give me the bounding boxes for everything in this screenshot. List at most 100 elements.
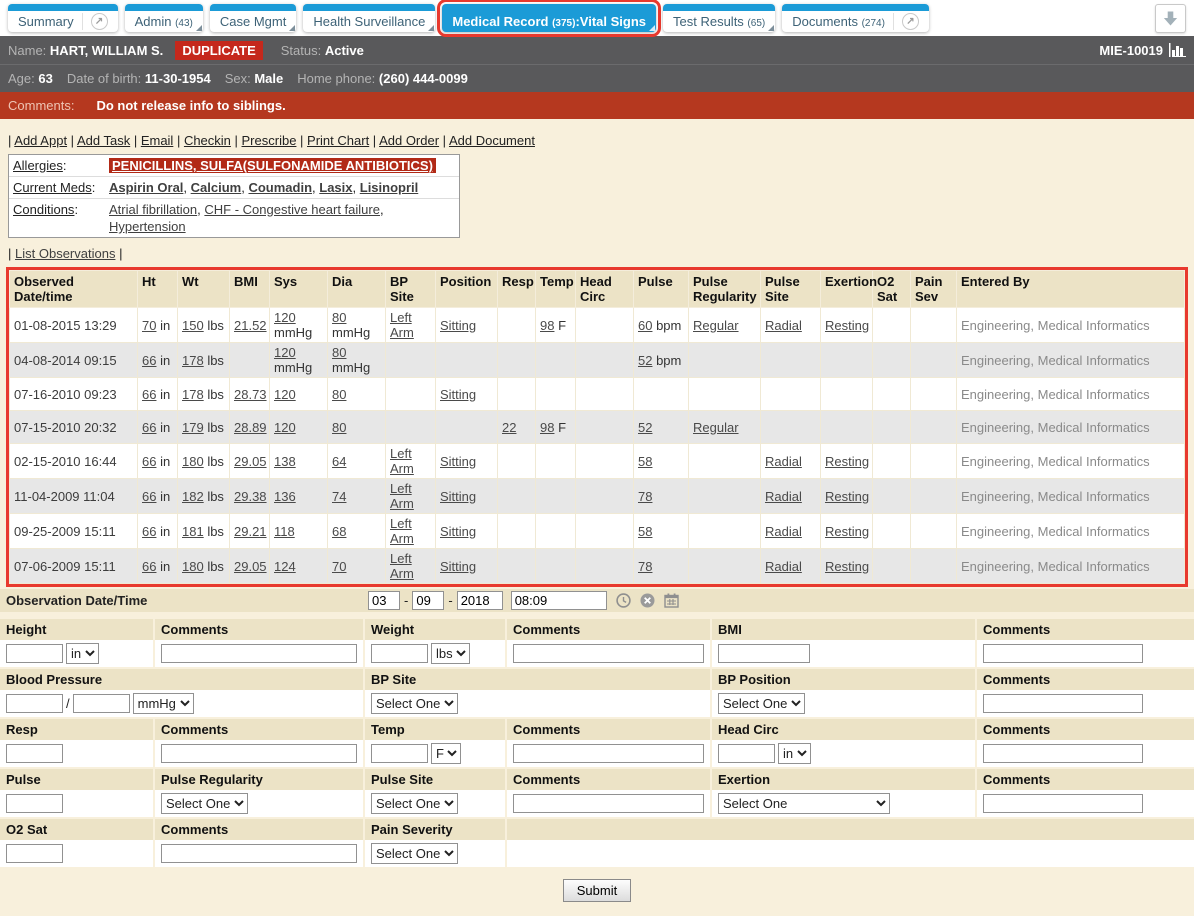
value-link[interactable]: Resting [825, 559, 869, 574]
value-link[interactable]: 181 [182, 524, 204, 539]
value-link[interactable]: 58 [638, 524, 652, 539]
value-link[interactable]: Radial [765, 454, 802, 469]
allergies-link[interactable]: Allergies [13, 158, 63, 173]
med-link[interactable]: Lasix [319, 180, 352, 195]
clear-icon[interactable] [640, 593, 655, 608]
value-link[interactable]: 120 [274, 420, 296, 435]
weight-input[interactable] [371, 644, 428, 663]
obs-time-input[interactable] [511, 591, 607, 610]
action-link-prescribe[interactable]: Prescribe [242, 133, 297, 148]
value-link[interactable]: 180 [182, 454, 204, 469]
chart-icon[interactable] [1169, 43, 1186, 57]
weight-unit-select[interactable]: lbs [431, 643, 470, 664]
value-link[interactable]: 58 [638, 454, 652, 469]
med-link[interactable]: Lisinopril [360, 180, 419, 195]
value-link[interactable]: 66 [142, 353, 156, 368]
value-link[interactable]: 52 [638, 353, 652, 368]
tab-case-mgmt[interactable]: Case Mgmt [210, 4, 296, 32]
bp-site-select[interactable]: Select One [371, 693, 458, 714]
resp-comments-input[interactable] [161, 744, 357, 763]
o2-comments-input[interactable] [161, 844, 357, 863]
action-link-add-order[interactable]: Add Order [379, 133, 439, 148]
current-meds-link[interactable]: Current Meds [13, 180, 92, 195]
value-link[interactable]: Resting [825, 318, 869, 333]
condition-link[interactable]: CHF - Congestive heart failure [204, 202, 380, 217]
tab-summary[interactable]: Summary↗ [8, 4, 118, 32]
pulse-comments-input[interactable] [513, 794, 704, 813]
condition-link[interactable]: Atrial fibrillation [109, 202, 197, 217]
value-link[interactable]: 138 [274, 454, 296, 469]
value-link[interactable]: 180 [182, 559, 204, 574]
value-link[interactable]: Left Arm [390, 446, 414, 476]
value-link[interactable]: Sitting [440, 318, 476, 333]
value-link[interactable]: 64 [332, 454, 346, 469]
condition-link[interactable]: Hypertension [109, 219, 186, 234]
submit-button[interactable]: Submit [563, 879, 631, 902]
value-link[interactable]: Sitting [440, 454, 476, 469]
obs-day-input[interactable] [412, 591, 444, 610]
pulse-regularity-select[interactable]: Select One [161, 793, 248, 814]
value-link[interactable]: Left Arm [390, 310, 414, 340]
value-link[interactable]: 124 [274, 559, 296, 574]
tab-test-results[interactable]: Test Results (65) [663, 4, 775, 32]
value-link[interactable]: 29.05 [234, 454, 267, 469]
pulse-site-select[interactable]: Select One [371, 793, 458, 814]
value-link[interactable]: 28.73 [234, 387, 267, 402]
value-link[interactable]: Radial [765, 524, 802, 539]
value-link[interactable]: 29.21 [234, 524, 267, 539]
value-link[interactable]: 150 [182, 318, 204, 333]
value-link[interactable]: Resting [825, 524, 869, 539]
action-link-add-task[interactable]: Add Task [77, 133, 130, 148]
value-link[interactable]: 98 [540, 318, 554, 333]
tab-documents[interactable]: Documents (274)↗ [782, 4, 929, 32]
value-link[interactable]: 29.38 [234, 489, 267, 504]
value-link[interactable]: Regular [693, 318, 739, 333]
value-link[interactable]: 78 [638, 559, 652, 574]
value-link[interactable]: Left Arm [390, 551, 414, 581]
open-new-window-icon[interactable]: ↗ [82, 13, 108, 30]
calendar-icon[interactable] [664, 593, 679, 608]
value-link[interactable]: Radial [765, 489, 802, 504]
value-link[interactable]: 66 [142, 489, 156, 504]
height-comments-input[interactable] [161, 644, 357, 663]
open-new-window-icon[interactable]: ↗ [893, 13, 919, 30]
value-link[interactable]: Radial [765, 559, 802, 574]
bp-comments-input[interactable] [983, 694, 1143, 713]
value-link[interactable]: 66 [142, 387, 156, 402]
value-link[interactable]: 28.89 [234, 420, 267, 435]
value-link[interactable]: 118 [274, 524, 295, 539]
list-observations-link[interactable]: List Observations [15, 246, 115, 261]
value-link[interactable]: 80 [332, 420, 346, 435]
value-link[interactable]: 120 [274, 310, 296, 325]
time-icon[interactable] [616, 593, 631, 608]
height-unit-select[interactable]: in [66, 643, 99, 664]
value-link[interactable]: 178 [182, 353, 204, 368]
value-link[interactable]: 70 [142, 318, 156, 333]
height-input[interactable] [6, 644, 63, 663]
temp-input[interactable] [371, 744, 428, 763]
value-link[interactable]: 29.05 [234, 559, 267, 574]
value-link[interactable]: Resting [825, 489, 869, 504]
tab-admin[interactable]: Admin (43) [125, 4, 203, 32]
value-link[interactable]: 78 [638, 489, 652, 504]
action-link-add-document[interactable]: Add Document [449, 133, 535, 148]
pain-severity-select[interactable]: Select One [371, 843, 458, 864]
exertion-comments-input[interactable] [983, 794, 1143, 813]
value-link[interactable]: 52 [638, 420, 652, 435]
pulse-input[interactable] [6, 794, 63, 813]
med-link[interactable]: Aspirin Oral [109, 180, 183, 195]
obs-year-input[interactable] [457, 591, 503, 610]
value-link[interactable]: 74 [332, 489, 346, 504]
bmi-comments-input[interactable] [983, 644, 1143, 663]
conditions-link[interactable]: Conditions [13, 202, 74, 217]
value-link[interactable]: 70 [332, 559, 346, 574]
tab-medical-record[interactable]: Medical Record (375):Vital Signs [442, 4, 656, 32]
value-link[interactable]: 21.52 [234, 318, 267, 333]
temp-comments-input[interactable] [513, 744, 704, 763]
tab-health-surveillance[interactable]: Health Surveillance [303, 4, 435, 32]
weight-comments-input[interactable] [513, 644, 704, 663]
value-link[interactable]: 80 [332, 387, 346, 402]
value-link[interactable]: Sitting [440, 489, 476, 504]
value-link[interactable]: 182 [182, 489, 204, 504]
value-link[interactable]: 66 [142, 524, 156, 539]
